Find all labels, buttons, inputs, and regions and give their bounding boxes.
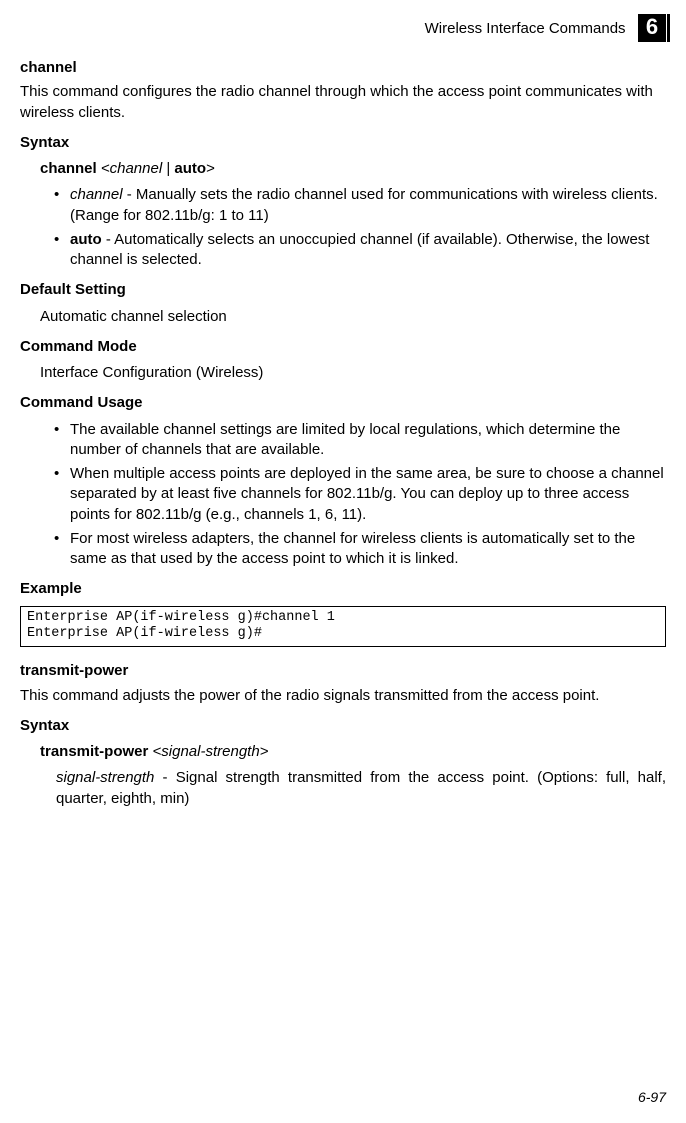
list-item: The available channel settings are limit… bbox=[54, 420, 666, 461]
list-item: auto - Automatically selects an unoccupi… bbox=[54, 230, 666, 271]
page-header: Wireless Interface Commands 6 bbox=[0, 0, 686, 48]
syntax-heading: Syntax bbox=[20, 716, 666, 736]
page-content: channel This command configures the radi… bbox=[0, 58, 686, 809]
syntax-arg: <signal-strength> bbox=[153, 743, 269, 760]
syntax-line: channel <channel | auto> bbox=[40, 159, 666, 179]
command-desc: This command configures the radio channe… bbox=[20, 82, 666, 123]
syntax-heading: Syntax bbox=[20, 133, 666, 153]
syntax-arg: <channel bbox=[101, 160, 162, 177]
syntax-line: transmit-power <signal-strength> bbox=[40, 742, 666, 762]
param-block: signal-strength - Signal strength transm… bbox=[56, 768, 666, 809]
usage-heading: Command Usage bbox=[20, 393, 666, 413]
list-item: For most wireless adapters, the channel … bbox=[54, 529, 666, 570]
default-value: Automatic channel selection bbox=[40, 307, 666, 327]
code-block: Enterprise AP(if-wireless g)#channel 1 E… bbox=[20, 606, 666, 648]
param-desc: - Manually sets the radio channel used f… bbox=[70, 186, 658, 223]
syntax-close: > bbox=[206, 160, 215, 177]
param-list: channel - Manually sets the radio channe… bbox=[54, 185, 666, 270]
mode-value: Interface Configuration (Wireless) bbox=[40, 363, 666, 383]
header-title: Wireless Interface Commands bbox=[425, 20, 626, 37]
syntax-auto: auto bbox=[174, 160, 206, 177]
syntax-keyword: transmit-power bbox=[40, 743, 148, 760]
list-item: When multiple access points are deployed… bbox=[54, 464, 666, 525]
command-desc: This command adjusts the power of the ra… bbox=[20, 686, 666, 706]
param-desc: - Automatically selects an unoccupied ch… bbox=[70, 231, 649, 268]
chapter-badge: 6 bbox=[638, 14, 666, 42]
default-heading: Default Setting bbox=[20, 280, 666, 300]
example-heading: Example bbox=[20, 579, 666, 599]
command-title-channel: channel bbox=[20, 58, 666, 78]
page-number: 6-97 bbox=[638, 1089, 666, 1105]
param-name: signal-strength bbox=[56, 769, 154, 786]
syntax-pipe: | bbox=[162, 160, 174, 177]
syntax-keyword: channel bbox=[40, 160, 97, 177]
param-name: auto bbox=[70, 231, 102, 248]
param-name: channel bbox=[70, 186, 123, 203]
command-title-transmit-power: transmit-power bbox=[20, 661, 666, 681]
list-item: channel - Manually sets the radio channe… bbox=[54, 185, 666, 226]
usage-list: The available channel settings are limit… bbox=[54, 420, 666, 570]
mode-heading: Command Mode bbox=[20, 337, 666, 357]
